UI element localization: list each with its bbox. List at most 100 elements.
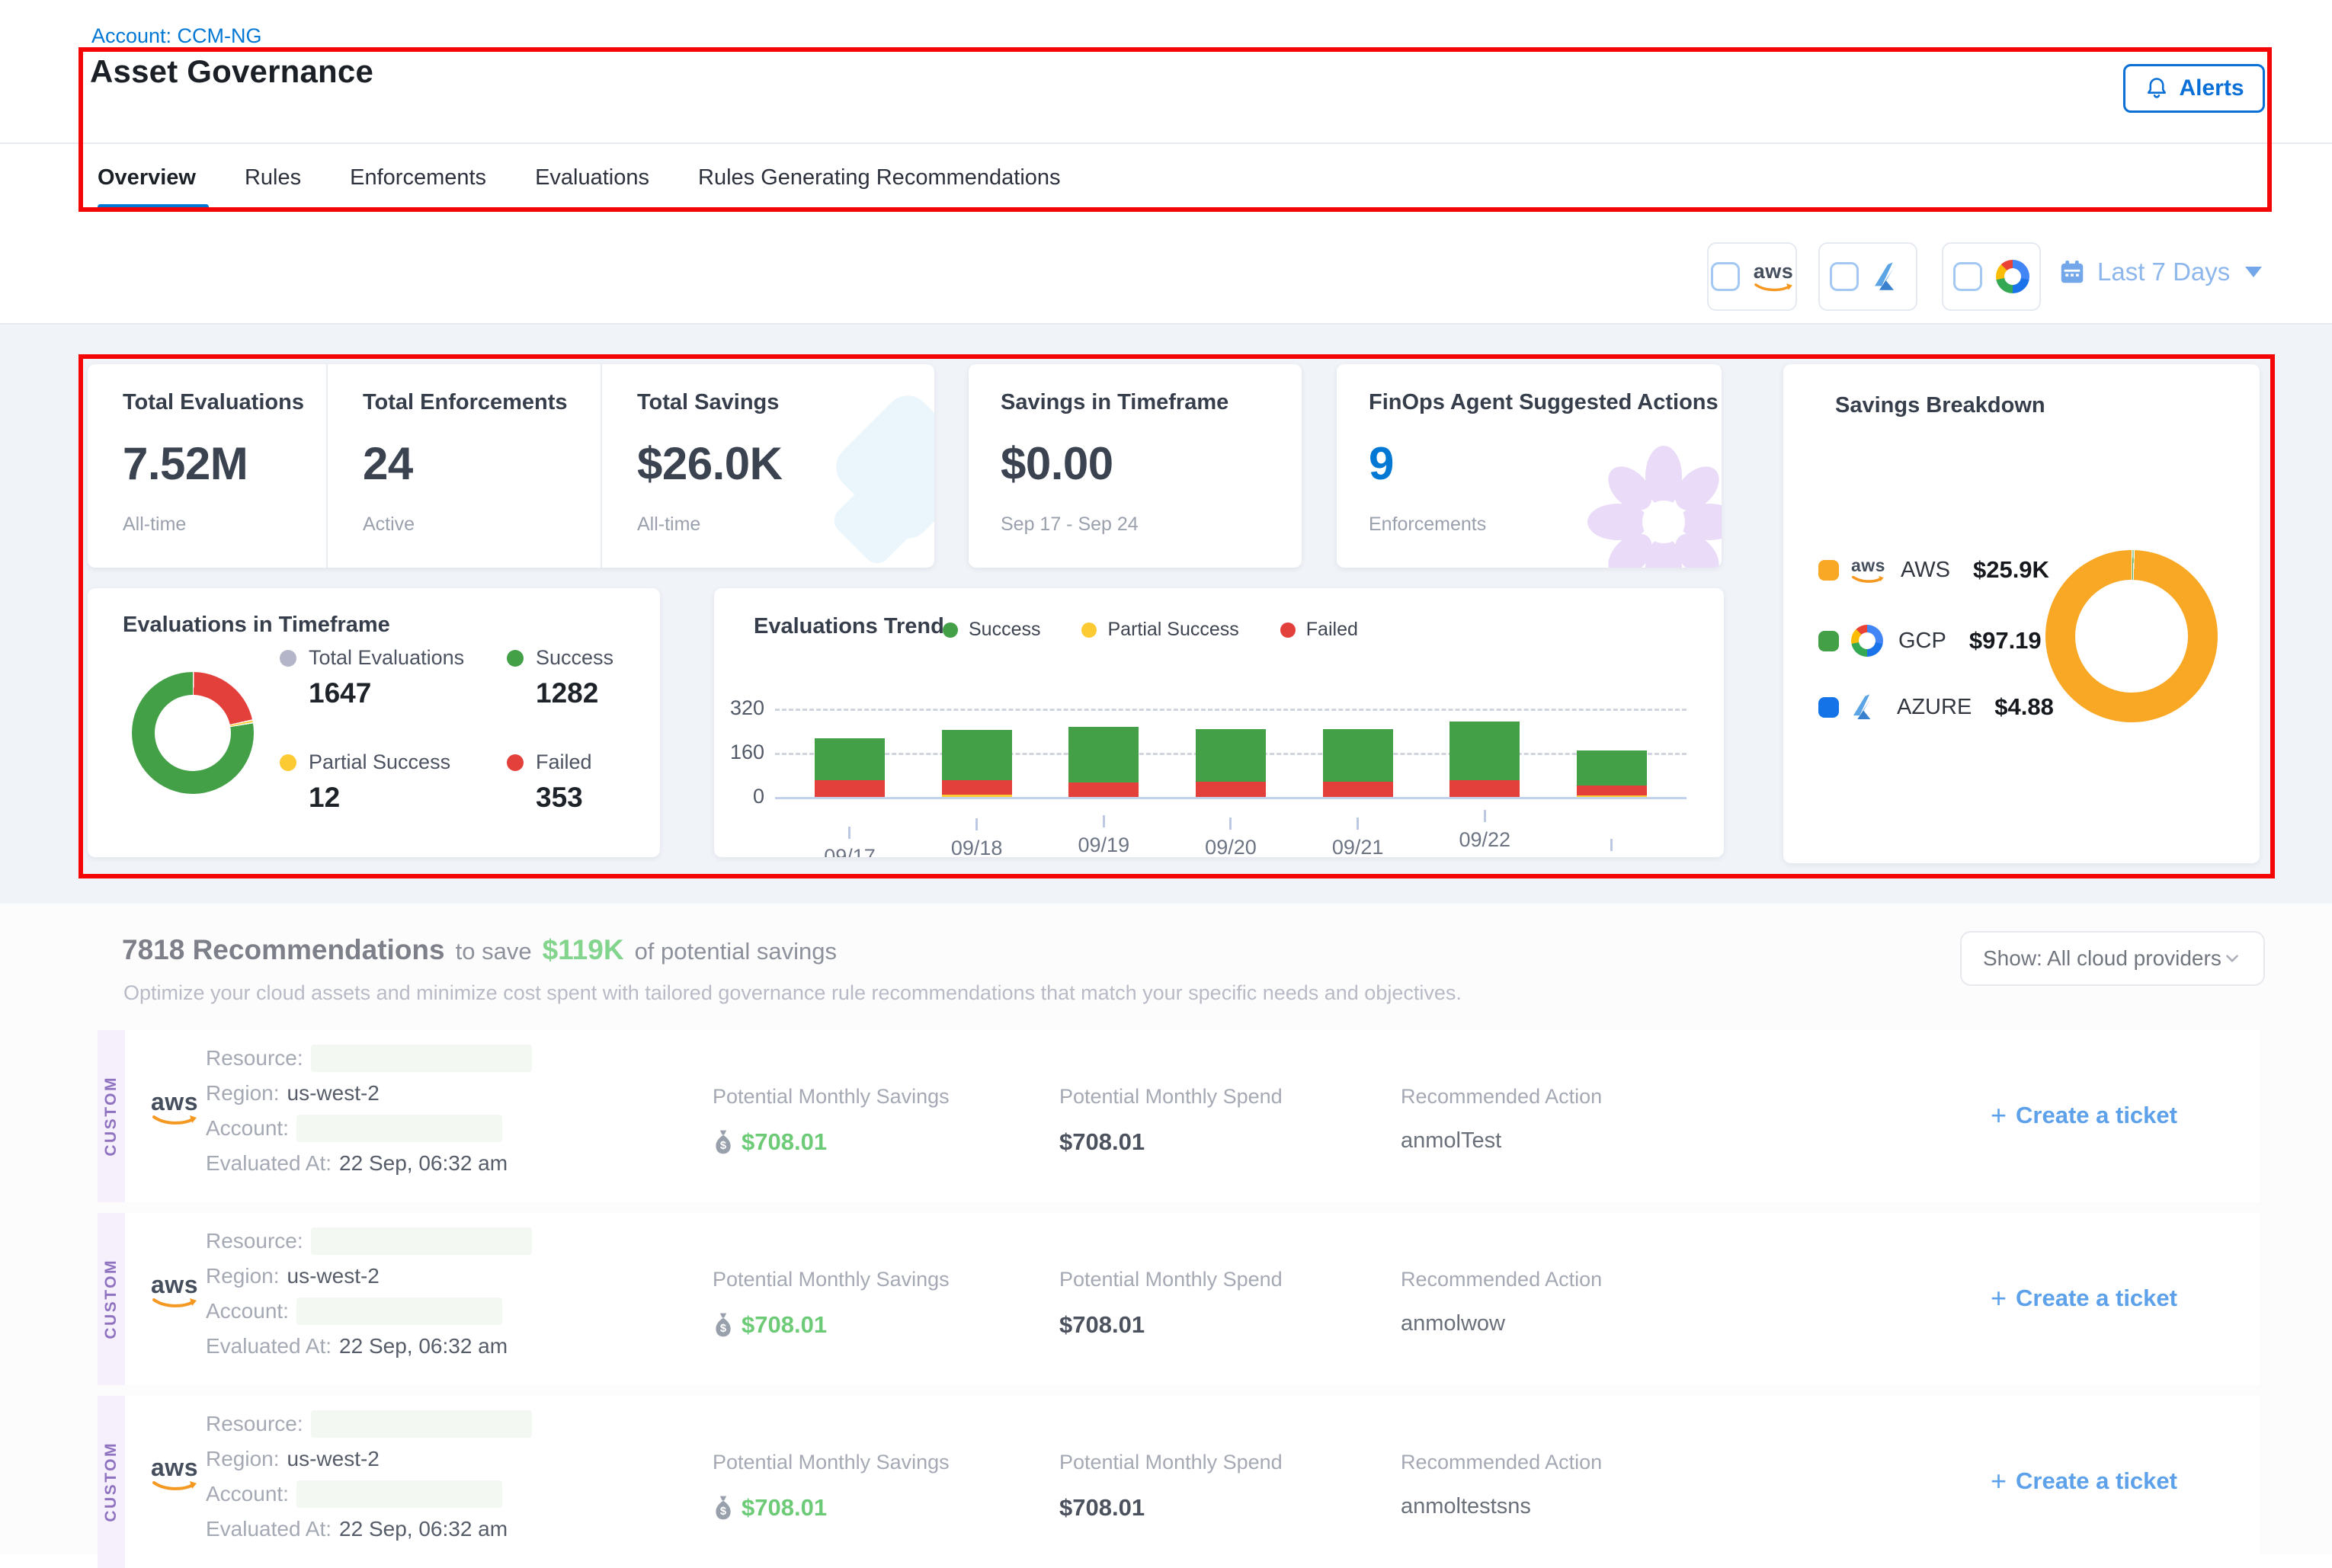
- trend-bar-09/20: 09/20: [1196, 729, 1266, 797]
- x-axis-baseline: [775, 797, 1687, 799]
- alerts-button[interactable]: Alerts: [2123, 64, 2265, 113]
- redacted-value: [296, 1298, 502, 1325]
- legend-partial-success: Partial Success: [1081, 619, 1238, 641]
- bar-segment: [1068, 727, 1139, 783]
- recommendation-row: CUSTOM aws Resource: Region:us-west-2 Ac…: [98, 1213, 2260, 1385]
- x-axis-tick: [1357, 818, 1359, 830]
- svg-text:$: $: [720, 1506, 726, 1518]
- x-axis-tick: [975, 818, 978, 830]
- svg-text:$: $: [720, 1140, 726, 1152]
- column-label: Potential Monthly Spend: [1059, 1268, 1283, 1291]
- azure-logo-icon: [1851, 693, 1882, 721]
- trend-bar-09/19: 09/19: [1068, 727, 1139, 797]
- evaluated-value: 22 Sep, 06:32 am: [339, 1334, 508, 1358]
- column-label: Potential Monthly Spend: [1059, 1451, 1283, 1474]
- create-ticket-button[interactable]: + Create a ticket: [1991, 1285, 2177, 1312]
- action-value: anmoltestsns: [1401, 1494, 1602, 1519]
- tab-rules[interactable]: Rules: [245, 165, 301, 194]
- stat-caption: All-time: [637, 514, 700, 536]
- tab-bar: Overview Rules Enforcements Evaluations …: [98, 155, 1061, 203]
- legend-label: Failed: [1306, 619, 1358, 641]
- resource-details: Resource: Region:us-west-2 Account: Eval…: [206, 1224, 532, 1364]
- savings-breakdown-card: Savings Breakdown aws AWS $25.9K GCP $97…: [1783, 364, 2260, 863]
- trend-bar-09/23: 09/23: [1577, 750, 1647, 797]
- bar-segment: [1068, 782, 1139, 797]
- stat-title: Total Evaluations: [123, 390, 326, 415]
- trend-bar-09/17: 09/17: [815, 738, 885, 797]
- azure-logo-icon: [1872, 261, 1906, 292]
- finops-actions-card: FinOps Agent Suggested Actions 9 Enforce…: [1337, 364, 1722, 568]
- evaluated-value: 22 Sep, 06:32 am: [339, 1517, 508, 1541]
- bell-icon: [2144, 75, 2170, 101]
- alerts-label: Alerts: [2179, 75, 2244, 101]
- region-value: us-west-2: [287, 1081, 380, 1106]
- evaluations-trend-card: Evaluations Trend Success Partial Succes…: [714, 588, 1724, 857]
- custom-tag: CUSTOM: [98, 1396, 125, 1568]
- bar-segment: [942, 780, 1012, 795]
- savings-value: $708.01: [742, 1494, 827, 1522]
- legend-label: Failed: [536, 750, 592, 774]
- recommended-action: Recommended Action anmolwow: [1401, 1268, 1602, 1336]
- legend-success: Success: [943, 619, 1040, 641]
- create-ticket-button[interactable]: + Create a ticket: [1991, 1102, 2177, 1129]
- legend-label: Success: [969, 619, 1040, 641]
- date-range-picker[interactable]: Last 7 Days: [2058, 258, 2262, 286]
- recommendations-savings-amount: $119K: [543, 934, 624, 966]
- bar-segment: [1196, 782, 1266, 797]
- redacted-value: [311, 1045, 532, 1072]
- legend-dot: [280, 650, 296, 667]
- aws-checkbox[interactable]: [1711, 262, 1740, 291]
- stat-total-savings: Total Savings $26.0K All-time: [601, 364, 934, 568]
- stat-value: 9: [1369, 437, 1394, 490]
- legend-dot: [507, 754, 524, 771]
- x-axis-label: 09/19: [1078, 834, 1130, 857]
- trend-bar-09/21: 09/21: [1323, 729, 1393, 797]
- field-label: Resource:: [206, 1046, 303, 1070]
- x-axis-label: 09/18: [951, 837, 1003, 857]
- region-value: us-west-2: [287, 1264, 380, 1288]
- tab-rules-generating-recommendations[interactable]: Rules Generating Recommendations: [698, 165, 1061, 194]
- tab-overview[interactable]: Overview: [98, 165, 196, 194]
- legend-swatch: [1818, 631, 1839, 651]
- recommendations-count: 7818 Recommendations: [122, 934, 445, 966]
- gcp-checkbox[interactable]: [1953, 262, 1982, 291]
- column-label: Potential Monthly Savings: [713, 1451, 950, 1474]
- azure-checkbox[interactable]: [1830, 262, 1859, 291]
- bar-segment: [1577, 786, 1647, 795]
- x-axis-label: 09/21: [1332, 836, 1384, 857]
- column-label: Potential Monthly Spend: [1059, 1085, 1283, 1109]
- create-ticket-button[interactable]: + Create a ticket: [1991, 1467, 2177, 1495]
- spend-value: $708.01: [1059, 1494, 1283, 1522]
- stat-total-evaluations: Total Evaluations 7.52M All-time: [88, 364, 326, 568]
- stat-caption: Enforcements: [1369, 514, 1486, 536]
- field-label: Resource:: [206, 1229, 303, 1253]
- legend-label: Success: [536, 646, 613, 670]
- account-breadcrumb[interactable]: Account: CCM-NG: [91, 24, 262, 48]
- bar-segment: [815, 738, 885, 780]
- provider-filter-gcp[interactable]: [1942, 242, 2041, 311]
- field-label: Evaluated At:: [206, 1334, 332, 1358]
- legend-success: Success 1282: [507, 646, 660, 709]
- evaluated-value: 22 Sep, 06:32 am: [339, 1151, 508, 1176]
- potential-monthly-spend: Potential Monthly Spend $708.01: [1059, 1451, 1283, 1522]
- potential-monthly-savings: Potential Monthly Savings $$708.01: [713, 1268, 950, 1339]
- card-title: Evaluations Trend: [754, 614, 944, 639]
- column-label: Potential Monthly Savings: [713, 1085, 950, 1109]
- potential-monthly-spend: Potential Monthly Spend $708.01: [1059, 1085, 1283, 1156]
- gcp-logo-icon: [1996, 260, 2029, 293]
- cloud-provider-filter-dropdown[interactable]: Show: All cloud providers: [1960, 931, 2265, 986]
- legend-value: $97.19: [1969, 627, 2042, 654]
- field-label: Region:: [206, 1447, 280, 1471]
- tab-enforcements[interactable]: Enforcements: [350, 165, 486, 194]
- x-axis-tick: [1484, 810, 1486, 822]
- tab-evaluations[interactable]: Evaluations: [535, 165, 649, 194]
- card-title: FinOps Agent Suggested Actions: [1369, 390, 1719, 415]
- x-axis-tick: [1610, 839, 1613, 851]
- legend-dot: [1280, 622, 1296, 638]
- legend-value: 353: [536, 782, 660, 814]
- stat-title: Total Enforcements: [363, 390, 601, 415]
- provider-filter-aws[interactable]: aws: [1707, 242, 1797, 311]
- evaluations-donut-chart: [132, 672, 254, 794]
- legend-label: AWS: [1901, 558, 1950, 583]
- provider-filter-azure[interactable]: [1818, 242, 1917, 311]
